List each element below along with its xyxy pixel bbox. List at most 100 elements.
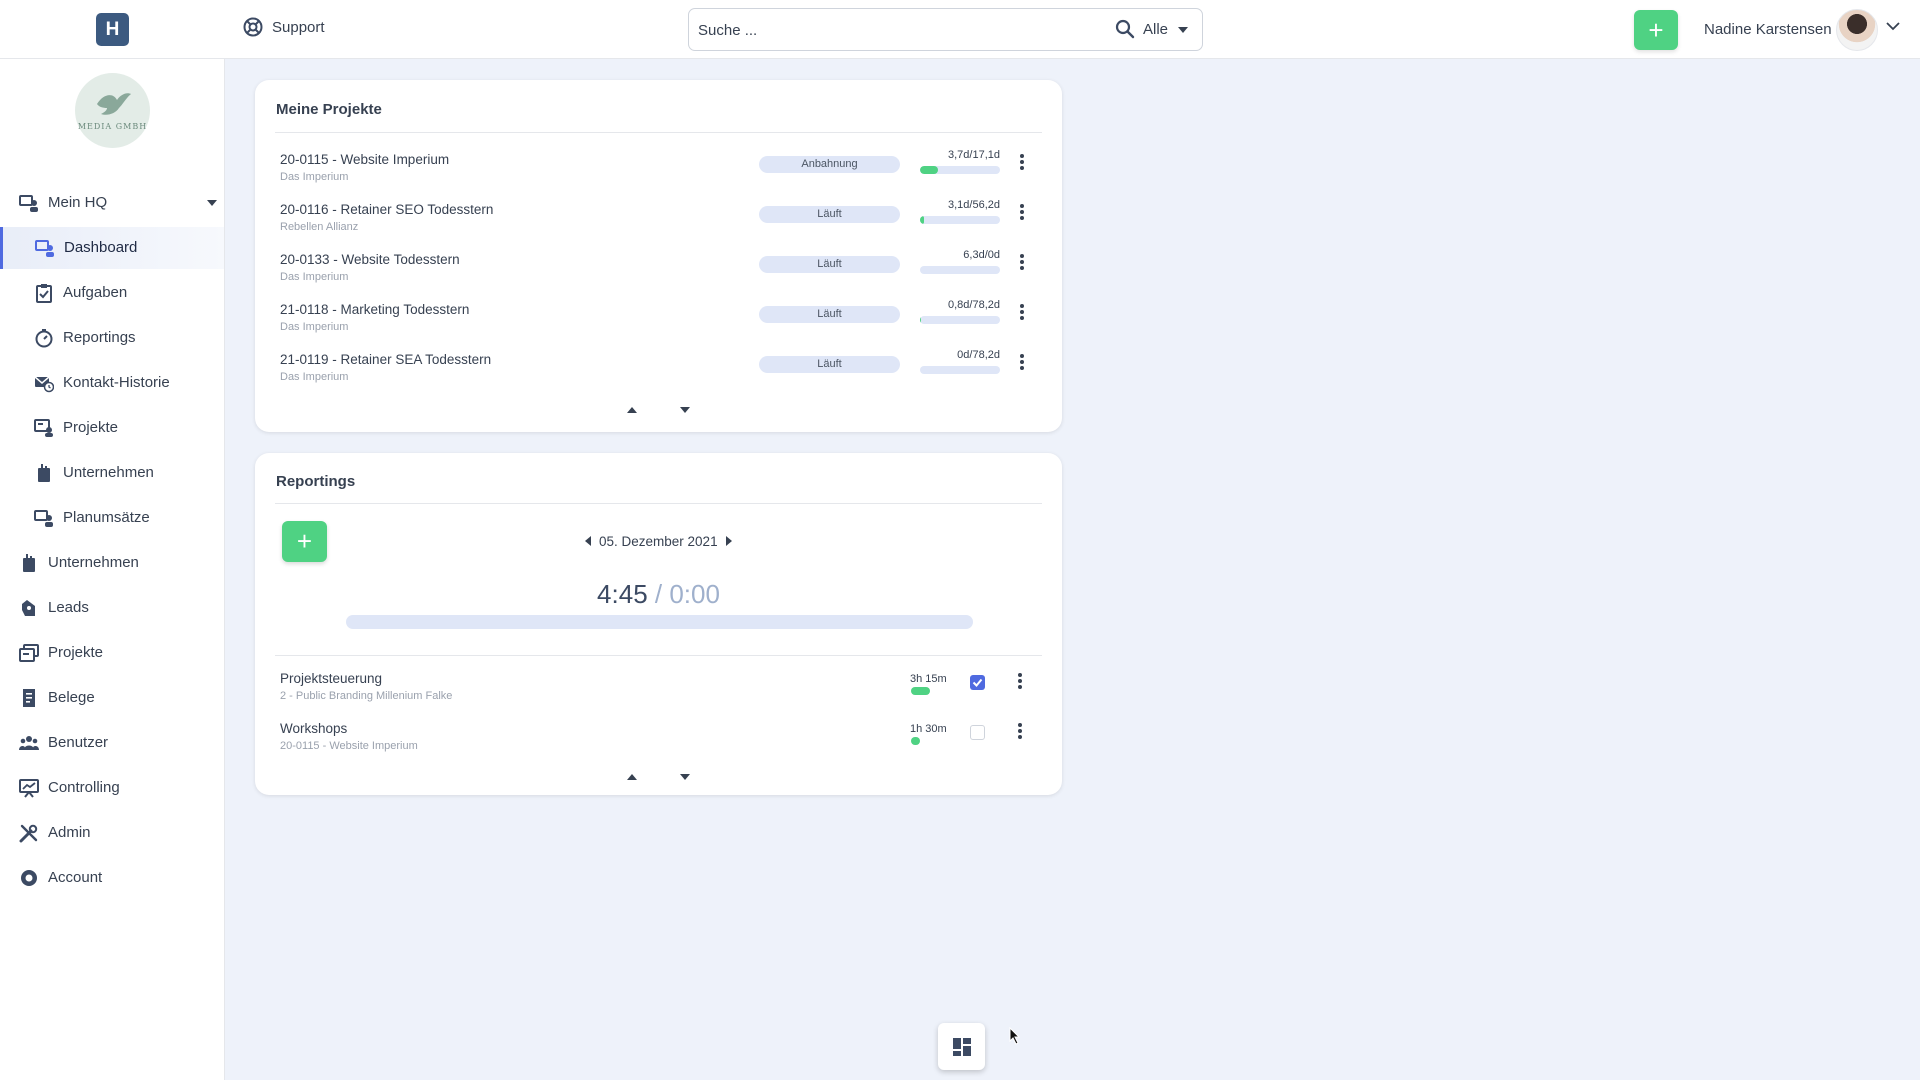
sidebar-item-label: Reportings bbox=[63, 329, 136, 346]
mein-hq-icon bbox=[19, 195, 38, 212]
more-options-icon[interactable] bbox=[1017, 723, 1023, 741]
project-row[interactable]: 21-0119 - Retainer SEA Todesstern Das Im… bbox=[255, 349, 1062, 402]
controlling-icon bbox=[19, 779, 39, 798]
mouse-cursor-icon bbox=[1009, 1027, 1021, 1045]
dashboard-layout-button[interactable] bbox=[938, 1023, 985, 1070]
company-icon bbox=[23, 554, 35, 572]
dove-icon bbox=[96, 93, 131, 115]
more-options-icon[interactable] bbox=[1019, 304, 1025, 322]
search-filter-select[interactable]: Alle bbox=[1143, 21, 1189, 38]
avatar[interactable] bbox=[1836, 9, 1878, 51]
progress-fill bbox=[920, 216, 925, 224]
user-name[interactable]: Nadine Karstensen bbox=[1704, 21, 1832, 38]
sidebar-item-unternehmen[interactable]: Unternehmen bbox=[0, 542, 224, 584]
project-name[interactable]: 20-0115 - Website Imperium bbox=[280, 152, 449, 167]
project-name[interactable]: 21-0119 - Retainer SEA Todesstern bbox=[280, 352, 491, 367]
users-icon bbox=[19, 736, 39, 750]
caret-right-icon[interactable] bbox=[725, 534, 732, 549]
sidebar-item-leads[interactable]: Leads bbox=[0, 587, 224, 629]
sidebar-item-unternehmen-sub[interactable]: Unternehmen bbox=[0, 452, 224, 494]
project-row[interactable]: 20-0133 - Website Todesstern Das Imperiu… bbox=[255, 249, 1062, 302]
sidebar-item-label: Unternehmen bbox=[63, 464, 154, 481]
project-name[interactable]: 21-0118 - Marketing Todesstern bbox=[280, 302, 469, 317]
projects-icon bbox=[34, 419, 53, 437]
reportings-card: Reportings + 05. Dezember 2021 4:45 / 0:… bbox=[255, 453, 1062, 795]
time-separator: / bbox=[647, 579, 670, 609]
planned-revenue-icon bbox=[34, 510, 53, 527]
sidebar-item-aufgaben[interactable]: Aufgaben bbox=[0, 272, 224, 314]
sidebar-item-kontakt-historie[interactable]: Kontakt-Historie bbox=[0, 362, 224, 404]
caret-up-icon[interactable] bbox=[627, 767, 637, 785]
sidebar-item-account[interactable]: Account bbox=[0, 857, 224, 899]
divider bbox=[275, 655, 1042, 656]
sidebar-item-projekte[interactable]: Projekte bbox=[0, 407, 224, 449]
sidebar-item-belege[interactable]: Belege bbox=[0, 677, 224, 719]
project-row[interactable]: 20-0116 - Retainer SEO Todesstern Rebell… bbox=[255, 199, 1062, 252]
status-badge: Läuft bbox=[759, 306, 900, 323]
time-target: 0:00 bbox=[669, 579, 720, 609]
progress-fill bbox=[920, 166, 938, 174]
more-options-icon[interactable] bbox=[1019, 254, 1025, 272]
duration-bar bbox=[911, 737, 920, 745]
progress-text: 0,8d/78,2d bbox=[948, 299, 1000, 311]
sidebar-item-admin[interactable]: Admin bbox=[0, 812, 224, 854]
sidebar-item-controlling[interactable]: Controlling bbox=[0, 767, 224, 809]
sidebar-item-label: Belege bbox=[48, 689, 95, 706]
reporting-row[interactable]: Projektsteuerung 2 - Public Branding Mil… bbox=[255, 671, 1062, 715]
project-client: Rebellen Allianz bbox=[280, 221, 359, 233]
caret-up-icon[interactable] bbox=[627, 400, 637, 418]
progress-text: 6,3d/0d bbox=[963, 249, 1000, 261]
support-label: Support bbox=[272, 18, 325, 36]
reporting-activity[interactable]: Workshops bbox=[280, 721, 347, 736]
sidebar-item-reportings[interactable]: Reportings bbox=[0, 317, 224, 359]
add-reporting-button[interactable]: + bbox=[282, 521, 327, 562]
project-name[interactable]: 20-0116 - Retainer SEO Todesstern bbox=[280, 202, 493, 217]
current-date[interactable]: 05. Dezember 2021 bbox=[599, 534, 718, 549]
time-total: 4:45 / 0:00 bbox=[255, 579, 1062, 610]
sidebar-item-label: Unternehmen bbox=[48, 554, 139, 571]
divider bbox=[275, 503, 1042, 504]
project-row[interactable]: 20-0115 - Website Imperium Das Imperium … bbox=[255, 149, 1062, 202]
search-filter-label: Alle bbox=[1143, 21, 1169, 38]
reporting-activity[interactable]: Projektsteuerung bbox=[280, 671, 382, 686]
reporting-duration: 1h 30m bbox=[910, 723, 947, 735]
status-badge: Läuft bbox=[759, 356, 900, 373]
reporting-row[interactable]: Workshops 20-0115 - Website Imperium 1h … bbox=[255, 721, 1062, 765]
company-logo[interactable]: MEDIA GMBH bbox=[75, 73, 150, 148]
sidebar-item-label: Admin bbox=[48, 824, 91, 841]
search-input[interactable] bbox=[698, 18, 1078, 42]
caret-down-icon[interactable] bbox=[680, 400, 690, 418]
caret-left-icon[interactable] bbox=[585, 534, 591, 549]
sidebar-item-label: Mein HQ bbox=[48, 194, 108, 211]
sidebar-item-projekte-main[interactable]: Projekte bbox=[0, 632, 224, 674]
reporting-checkbox[interactable] bbox=[970, 675, 985, 690]
chevron-down-icon[interactable] bbox=[1886, 22, 1900, 31]
check-icon bbox=[972, 678, 983, 687]
more-options-icon[interactable] bbox=[1019, 204, 1025, 222]
project-row[interactable]: 21-0118 - Marketing Todesstern Das Imper… bbox=[255, 299, 1062, 352]
reporting-checkbox[interactable] bbox=[970, 725, 985, 740]
search-icon[interactable] bbox=[1115, 19, 1135, 39]
more-options-icon[interactable] bbox=[1017, 673, 1023, 691]
quick-add-button[interactable]: + bbox=[1634, 10, 1678, 50]
more-options-icon[interactable] bbox=[1019, 154, 1025, 172]
more-options-icon[interactable] bbox=[1019, 354, 1025, 372]
sidebar-item-label: Controlling bbox=[48, 779, 120, 796]
lifebuoy-icon bbox=[243, 17, 263, 37]
sidebar-item-mein-hq[interactable]: Mein HQ bbox=[0, 182, 224, 224]
projects-card: Meine Projekte 20-0115 - Website Imperiu… bbox=[255, 80, 1062, 432]
top-bar: H Support Alle + Nadine Karstensen bbox=[0, 0, 1920, 59]
project-client: Das Imperium bbox=[280, 321, 349, 333]
project-name[interactable]: 20-0133 - Website Todesstern bbox=[280, 252, 460, 267]
progress-text: 3,1d/56,2d bbox=[948, 199, 1000, 211]
sidebar-item-benutzer[interactable]: Benutzer bbox=[0, 722, 224, 764]
sidebar-item-planumsaetze[interactable]: Planumsätze bbox=[0, 497, 224, 539]
sidebar-item-label: Benutzer bbox=[48, 734, 109, 751]
support-link[interactable]: Support bbox=[243, 17, 325, 37]
sidebar-item-dashboard[interactable]: Dashboard bbox=[0, 227, 224, 269]
reportings-card-title: Reportings bbox=[276, 473, 356, 490]
app-logo[interactable]: H bbox=[96, 13, 129, 46]
progress-bar bbox=[920, 166, 1000, 174]
reporting-duration: 3h 15m bbox=[910, 673, 947, 685]
caret-down-icon[interactable] bbox=[680, 767, 690, 785]
